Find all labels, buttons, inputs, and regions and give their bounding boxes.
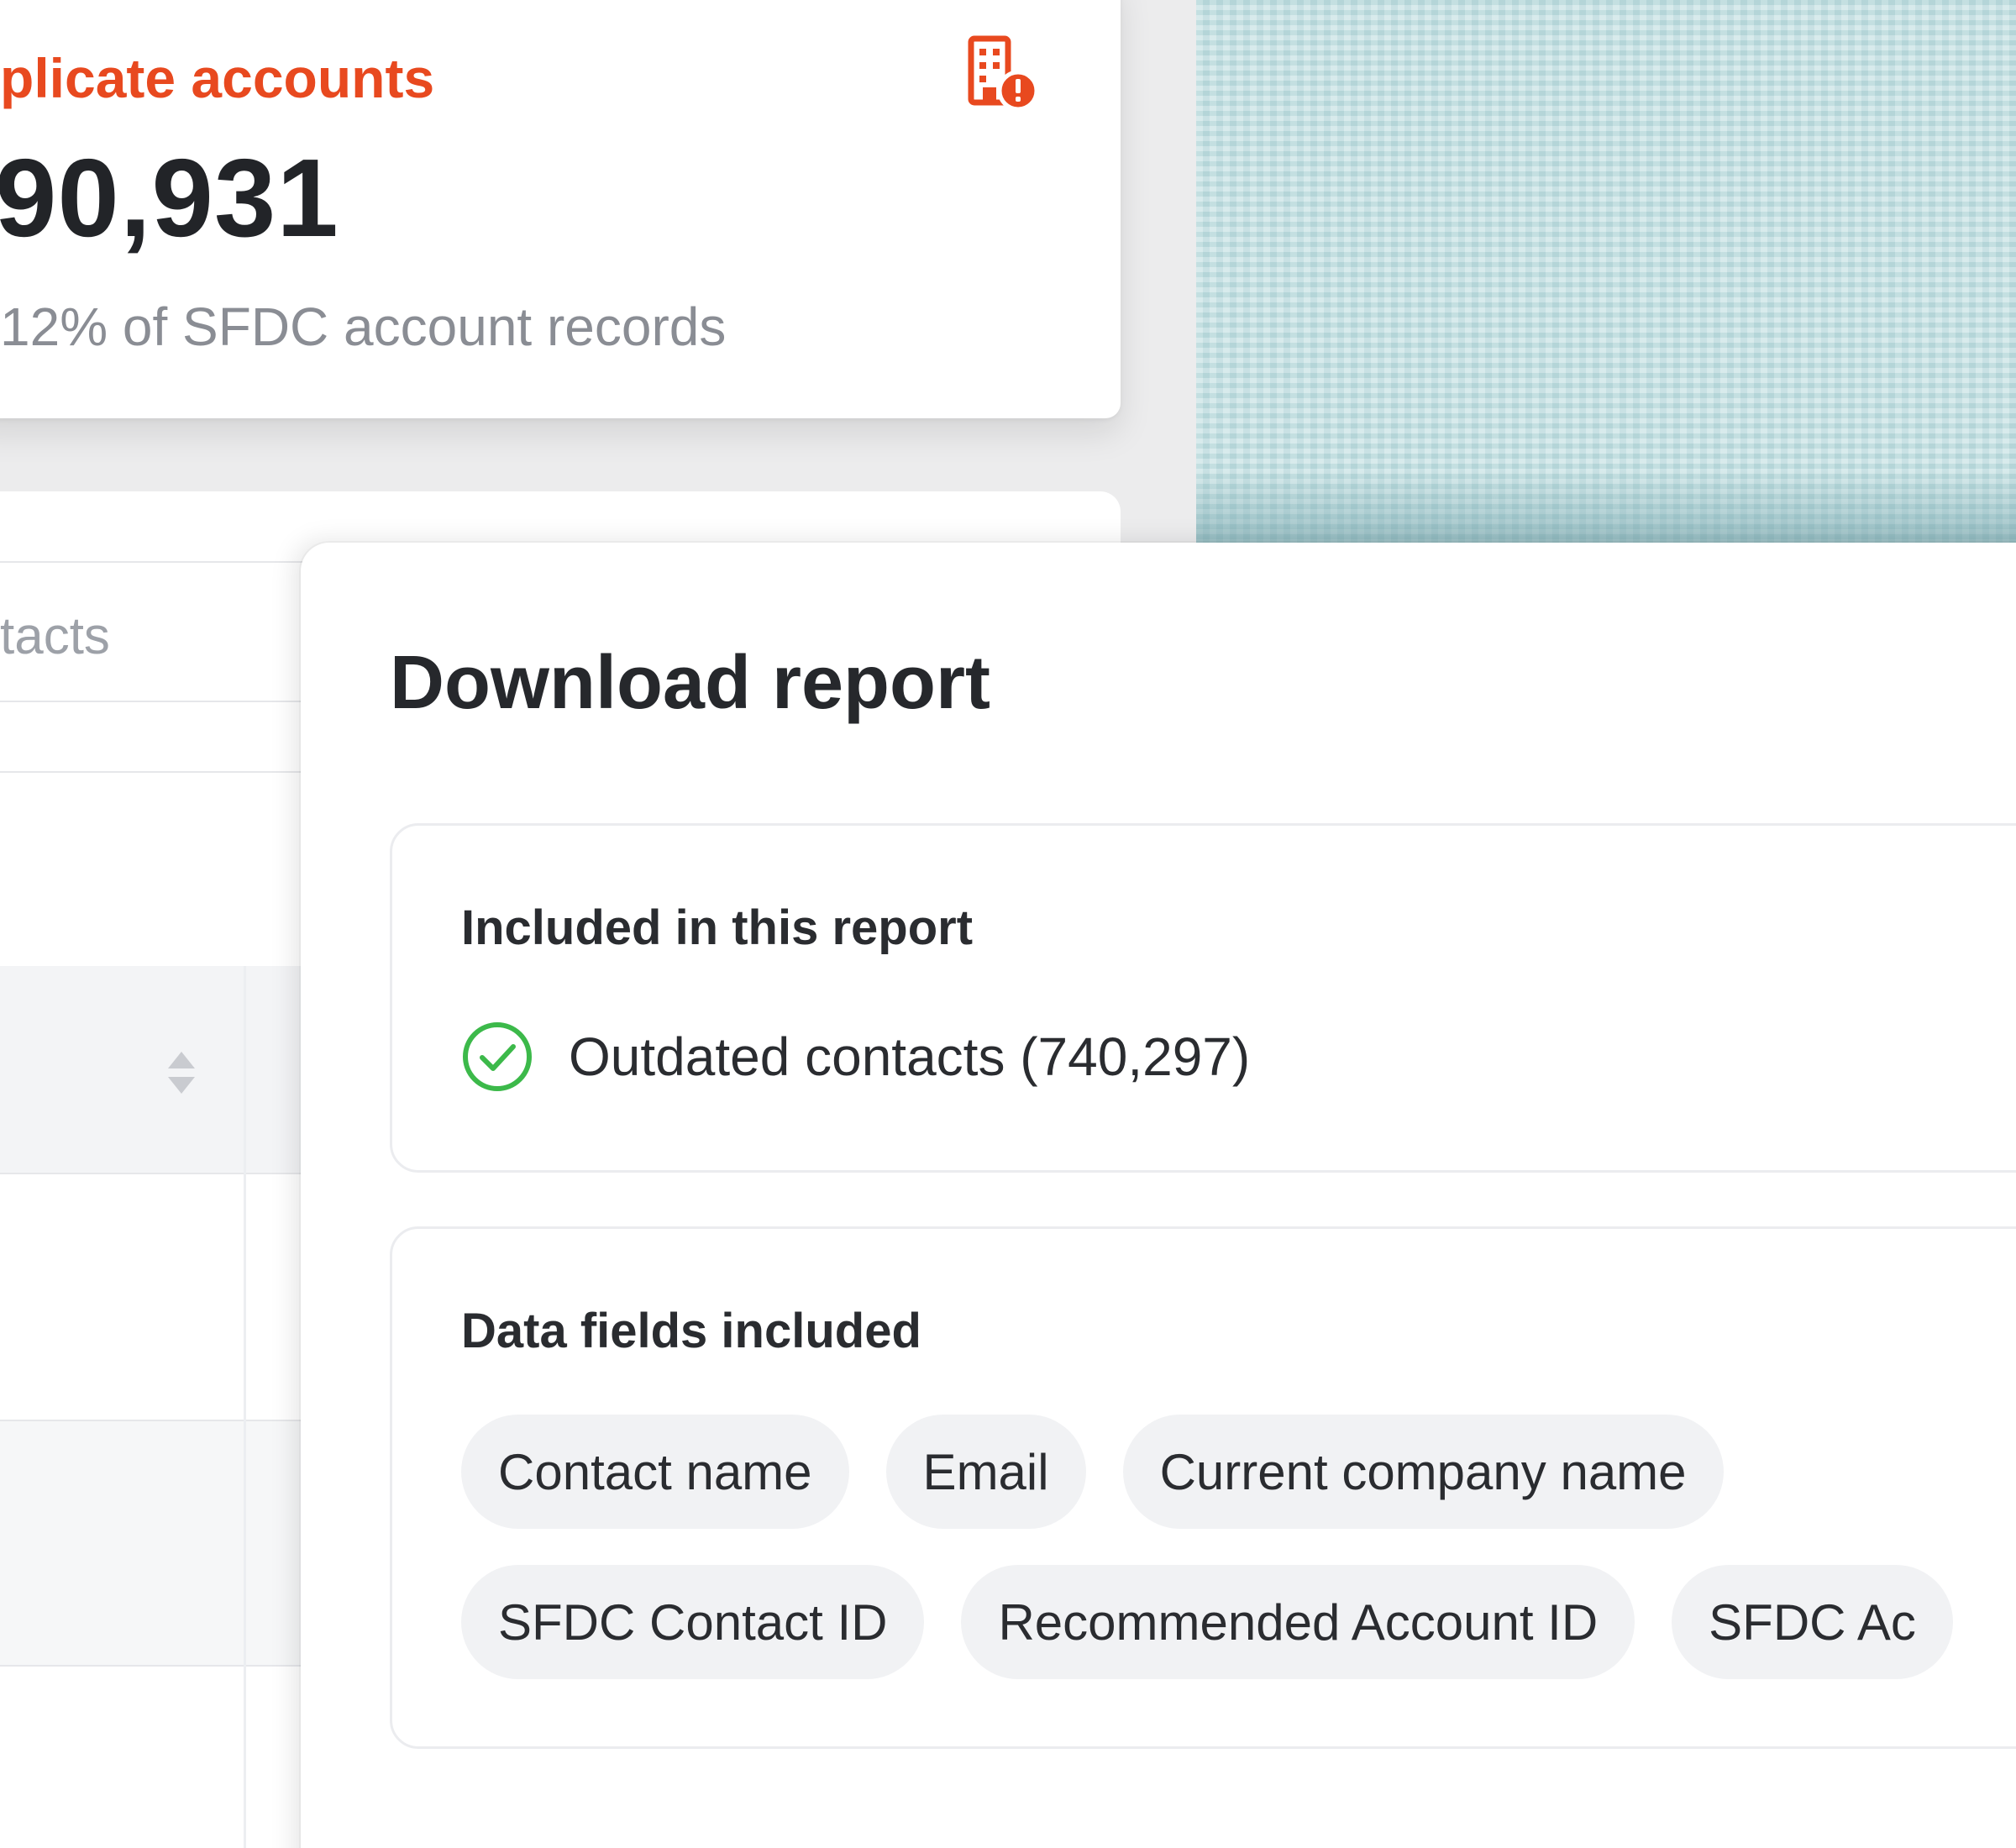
- app-screen: plicate accounts 90,931 12% of SFDC acco…: [0, 0, 2016, 1848]
- modal-title: Download report: [390, 641, 990, 725]
- table-column-separator: [244, 966, 246, 1848]
- table-divider: [0, 561, 353, 563]
- table-divider: [0, 771, 353, 773]
- background-image-shade: [1196, 470, 2016, 544]
- duplicate-accounts-card: plicate accounts 90,931 12% of SFDC acco…: [0, 0, 1121, 418]
- included-section: Included in this report Outdated contact…: [390, 823, 2016, 1173]
- stat-card-subtitle: 12% of SFDC account records: [0, 297, 727, 357]
- check-circle-icon: [463, 1022, 532, 1091]
- table-divider: [0, 701, 353, 702]
- included-item-label: Outdated contacts (740,297): [569, 1026, 1251, 1087]
- data-field-chip: Email: [885, 1415, 1086, 1529]
- sort-icon[interactable]: [165, 1050, 198, 1095]
- stat-card-title: plicate accounts: [0, 47, 435, 109]
- data-field-chip: Current company name: [1122, 1415, 1724, 1529]
- table-divider: [0, 1420, 353, 1421]
- data-field-chip: SFDC Contact ID: [461, 1565, 925, 1679]
- data-field-chip-row: SFDC Contact ID Recommended Account ID S…: [461, 1565, 1953, 1679]
- data-field-chip: Contact name: [461, 1415, 849, 1529]
- data-fields-section: Data fields included Contact name Email …: [390, 1226, 2016, 1749]
- included-item: Outdated contacts (740,297): [461, 1019, 1250, 1095]
- data-fields-heading: Data fields included: [461, 1304, 921, 1358]
- contacts-search-input[interactable]: tacts: [0, 606, 110, 666]
- data-field-chip-row: Contact name Email Current company name: [461, 1415, 1724, 1529]
- table-divider: [0, 1173, 353, 1174]
- data-field-chip: Recommended Account ID: [961, 1565, 1635, 1679]
- table-header-cell[interactable]: [0, 966, 302, 1174]
- table-divider: [0, 1665, 353, 1667]
- table-row[interactable]: [0, 1420, 302, 1665]
- data-field-chip: SFDC Ac: [1672, 1565, 1953, 1679]
- stat-card-value: 90,931: [0, 136, 339, 260]
- building-alert-icon: [959, 34, 1040, 114]
- background-image: [1196, 0, 2016, 544]
- included-section-heading: Included in this report: [461, 900, 974, 955]
